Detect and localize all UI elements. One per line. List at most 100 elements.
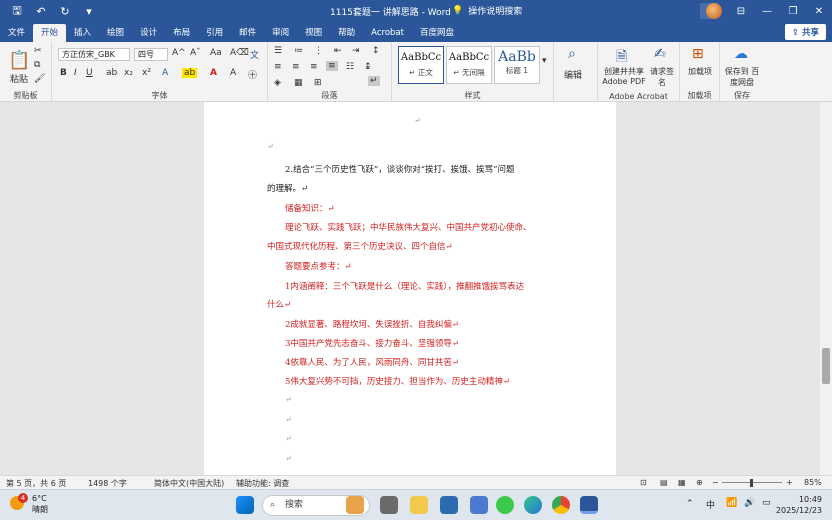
shading-icon[interactable]: ◈ xyxy=(274,78,281,88)
zoom-in-icon[interactable]: + xyxy=(786,478,793,487)
ime-indicator[interactable]: 中 xyxy=(706,498,715,511)
font-name-select[interactable]: 方正仿宋_GBK xyxy=(58,48,130,61)
request-sign-label[interactable]: 请求签名 xyxy=(650,66,674,88)
doc-line-1[interactable]: 2.结合“三个历史性飞跃”，谈谈你对“挨打、挨饿、挨骂”问题 xyxy=(285,163,515,175)
baidu-save-label[interactable]: 保存到 百度网盘 xyxy=(722,66,762,88)
tab-design[interactable]: 设计 xyxy=(132,24,165,42)
doc-line-3[interactable]: 储备知识：↵ xyxy=(285,202,335,214)
tray-overflow-icon[interactable]: ⌃ xyxy=(686,499,694,509)
weather-widget[interactable]: 6°C 晴朗 xyxy=(32,493,48,515)
zoom-thumb[interactable] xyxy=(750,479,753,487)
tab-acrobat[interactable]: Acrobat xyxy=(363,24,412,42)
enclose-char-icon[interactable]: ㊉ xyxy=(248,68,257,81)
vertical-scrollbar[interactable] xyxy=(820,102,832,475)
bold-icon[interactable]: B xyxy=(60,68,67,78)
phonetic-guide-icon[interactable]: 文 xyxy=(250,48,259,61)
subscript-icon[interactable]: x₂ xyxy=(124,68,133,78)
shrink-font-icon[interactable]: Aˇ xyxy=(190,48,201,58)
edge-icon[interactable] xyxy=(524,496,542,514)
minimize-icon[interactable]: — xyxy=(754,0,780,22)
accessibility-status[interactable]: 辅助功能: 调查 xyxy=(236,478,289,489)
justify-icon[interactable]: ≡ xyxy=(326,61,338,71)
format-painter-icon[interactable]: 🖌 xyxy=(34,74,45,84)
addins-icon[interactable]: ⊞ xyxy=(692,46,704,62)
word-count[interactable]: 1498 个字 xyxy=(88,478,127,489)
tab-mailings[interactable]: 邮件 xyxy=(231,24,264,42)
styles-more-icon[interactable]: ▾ xyxy=(542,56,547,66)
print-layout-icon[interactable]: ▦ xyxy=(678,478,686,487)
italic-icon[interactable]: I xyxy=(74,68,77,78)
doc-line-11[interactable]: 4依靠人民、为了人民，风雨同舟、同甘共苦↵ xyxy=(285,356,459,368)
doc-line-0[interactable]: ↵ xyxy=(267,142,274,151)
multilevel-icon[interactable]: ⋮ xyxy=(314,46,323,56)
paste-label[interactable]: 粘贴 xyxy=(10,72,28,85)
chinese-layout-icon[interactable]: ⊞ xyxy=(314,78,322,88)
decrease-indent-icon[interactable]: ⇤ xyxy=(334,46,342,56)
font-size-select[interactable]: 四号 xyxy=(134,48,168,61)
numbering-icon[interactable]: ≔ xyxy=(294,46,303,56)
doc-line-6[interactable]: 答题要点参考：↵ xyxy=(285,260,352,272)
redo-icon[interactable]: ↻ xyxy=(58,5,72,18)
style-heading-1[interactable]: AaBb 标题 1 xyxy=(494,46,540,84)
editing-label[interactable]: 编辑 xyxy=(564,68,582,81)
word-taskbar-icon[interactable] xyxy=(580,496,598,514)
battery-icon[interactable]: ▭ xyxy=(762,498,771,508)
borders-icon[interactable]: ▦ xyxy=(294,78,303,88)
tab-references[interactable]: 引用 xyxy=(198,24,231,42)
grow-font-icon[interactable]: A^ xyxy=(172,48,186,58)
scrollbar-thumb[interactable] xyxy=(822,348,830,384)
doc-line-5[interactable]: 中国式现代化历程、第三个历史决议、四个自信↵ xyxy=(267,240,453,252)
tab-help[interactable]: 帮助 xyxy=(330,24,363,42)
show-marks-icon[interactable]: ↵ xyxy=(368,76,380,86)
doc-line-7[interactable]: 1内涵阐释：三个飞跃是什么（理论、实践），推翻推饿挨骂表达 xyxy=(285,280,524,292)
photos-icon[interactable] xyxy=(470,496,488,514)
sort-icon[interactable]: ↕ xyxy=(372,46,380,56)
char-shading-icon[interactable]: A xyxy=(230,68,236,78)
distributed-icon[interactable]: ☷ xyxy=(346,62,354,72)
line-spacing-icon[interactable]: ↨ xyxy=(364,62,372,72)
superscript-icon[interactable]: x² xyxy=(142,68,151,78)
doc-line-13[interactable]: ↵ xyxy=(285,395,292,404)
volume-icon[interactable]: 🔊 xyxy=(744,498,755,508)
windows-start-icon[interactable] xyxy=(236,496,254,514)
tab-layout[interactable]: 布局 xyxy=(165,24,198,42)
style-no-spacing[interactable]: AaBbCc ↵ 无间隔 xyxy=(446,46,492,84)
strikethrough-icon[interactable]: ab xyxy=(106,68,117,78)
doc-line-8[interactable]: 什么↵ xyxy=(267,298,291,310)
tab-file[interactable]: 文件 xyxy=(0,24,33,42)
copy-icon[interactable]: ⧉ xyxy=(34,60,40,70)
undo-icon[interactable]: ↶ xyxy=(34,5,48,18)
align-left-icon[interactable]: ≡ xyxy=(274,62,282,72)
system-clock[interactable]: 10:49 2025/12/23 xyxy=(776,494,822,516)
avatar[interactable] xyxy=(706,3,722,19)
zoom-out-icon[interactable]: − xyxy=(712,478,719,487)
create-pdf-label[interactable]: 创建并共享 Adobe PDF xyxy=(600,66,648,86)
font-color-icon[interactable]: A xyxy=(210,68,217,78)
zoom-level[interactable]: 85% xyxy=(804,478,822,487)
tab-review[interactable]: 审阅 xyxy=(264,24,297,42)
ribbon-display-icon[interactable]: ⊟ xyxy=(728,0,754,22)
highlight-icon[interactable]: ab xyxy=(182,68,198,78)
doc-line-4[interactable]: 理论飞跃、实践飞跃；中华民族伟大复兴、中国共产党初心使命、 xyxy=(285,221,532,233)
increase-indent-icon[interactable]: ⇥ xyxy=(352,46,360,56)
doc-line-16[interactable]: ↵ xyxy=(285,454,292,463)
find-icon[interactable]: ⌕ xyxy=(568,46,576,62)
tab-view[interactable]: 视图 xyxy=(297,24,330,42)
store-icon[interactable] xyxy=(440,496,458,514)
maximize-icon[interactable]: ❐ xyxy=(780,0,806,22)
share-button[interactable]: ⇪ 共享 xyxy=(784,24,826,40)
baidu-cloud-icon[interactable]: ☁ xyxy=(734,46,748,62)
request-sign-icon[interactable]: ✍ xyxy=(654,46,666,62)
task-view-icon[interactable] xyxy=(380,496,398,514)
align-right-icon[interactable]: ≡ xyxy=(310,62,318,72)
doc-line-15[interactable]: ↵ xyxy=(285,434,292,443)
wechat-icon[interactable] xyxy=(496,496,514,514)
doc-line-10[interactable]: 3中国共产党先志奋斗、接力奋斗、坚强领导↵ xyxy=(285,337,459,349)
close-icon[interactable]: ✕ xyxy=(806,0,832,22)
tab-baidu[interactable]: 百度网盘 xyxy=(412,24,462,42)
align-center-icon[interactable]: ≡ xyxy=(292,62,300,72)
tab-draw[interactable]: 绘图 xyxy=(99,24,132,42)
underline-icon[interactable]: U xyxy=(86,68,93,78)
style-normal[interactable]: AaBbCc ↵ 正文 xyxy=(398,46,444,84)
doc-line-14[interactable]: ↵ xyxy=(285,415,292,424)
